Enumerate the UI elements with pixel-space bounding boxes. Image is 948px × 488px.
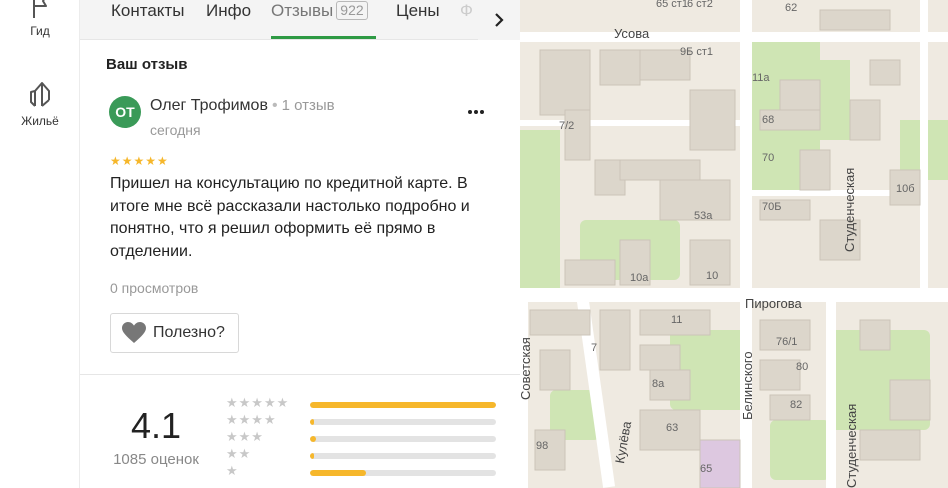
street-label-pirogova: Пирогова [745, 296, 802, 311]
building-number: 7 [591, 342, 598, 354]
section-divider [80, 374, 520, 375]
tab-info[interactable]: Инфо [206, 1, 251, 21]
distribution-bar [310, 436, 496, 442]
author-name[interactable]: Олег Трофимов [150, 97, 268, 114]
distribution-row: ★★★★★ [226, 395, 520, 411]
review-author-line: Олег Трофимов • 1 отзыв [150, 97, 335, 115]
distribution-bar-fill [310, 402, 496, 408]
building-number: 11а [752, 72, 770, 84]
building-number: 76/1 [776, 336, 798, 348]
rating-count: 1085 оценок [113, 451, 199, 468]
building-number: 8а [652, 378, 665, 390]
review-panel: Контакты Инфо Отзывы 922 Цены Ф Ваш отзыв… [80, 0, 520, 488]
building-number: 98 [536, 440, 549, 452]
tab-contacts[interactable]: Контакты [111, 1, 184, 21]
app-root: Гид Жильё Контакты Инфо Отзывы 922 Цены Ф… [0, 0, 948, 488]
distribution-row: ★★ [226, 446, 520, 462]
distribution-bar [310, 419, 496, 425]
distribution-row: ★★★ [226, 429, 520, 445]
tab-bar: Контакты Инфо Отзывы 922 Цены Ф [80, 0, 520, 40]
building-number: 82 [790, 399, 803, 411]
building-number: 9Б ст1 [680, 46, 714, 58]
rail-item-guide[interactable]: Гид [0, 0, 80, 38]
distribution-bar-fill [310, 470, 366, 476]
building-number: 6 ст2 [687, 0, 713, 10]
more-options-icon[interactable] [466, 100, 486, 120]
author-review-count: 1 отзыв [281, 97, 335, 114]
street-label-belinskogo: Белинского [740, 351, 755, 420]
distribution-row: ★★★★ [226, 412, 520, 428]
street-label-studencheskaya: Студенческая [842, 167, 857, 252]
review-stars: ★★★★★ [110, 154, 169, 168]
distribution-bar-fill [310, 436, 316, 442]
map-canvas [520, 0, 948, 488]
your-review-heading: Ваш отзыв [106, 56, 188, 73]
flag-icon [33, 0, 47, 18]
distribution-bar-fill [310, 419, 314, 425]
building-number: 70Б [762, 201, 782, 213]
active-tab-indicator [271, 36, 376, 39]
distribution-row: ★ [226, 463, 520, 479]
distribution-stars: ★★ [226, 446, 252, 461]
distribution-stars: ★★★ [226, 429, 264, 444]
left-rail: Гид Жильё [0, 0, 80, 488]
rail-item-label: Гид [30, 24, 50, 38]
building-number: 65 ст1 [656, 0, 688, 10]
distribution-stars: ★★★★★ [226, 395, 290, 410]
tabs-scroll-right-button[interactable] [478, 0, 520, 40]
distribution-bar-fill [310, 453, 314, 459]
distribution-bar [310, 402, 496, 408]
tab-reviews[interactable]: Отзывы 922 [271, 1, 368, 21]
building-number: 11 [671, 314, 683, 326]
tab-photos[interactable]: Ф [460, 1, 473, 21]
map[interactable]: Усова Пирогова Студенческая Белинского К… [520, 0, 948, 488]
overall-rating: 4.1 [130, 405, 182, 446]
reviews-count-badge: 922 [336, 1, 368, 20]
review-text: Пришел на консультацию по кредитной карт… [110, 175, 470, 260]
building-number: 10 [706, 270, 719, 282]
heart-icon [122, 322, 146, 343]
building-number: 7/2 [559, 120, 575, 132]
tab-prices[interactable]: Цены [396, 1, 440, 21]
street-label-sovetskaya: Советская [520, 337, 533, 400]
useful-button[interactable]: Полезно? [110, 313, 239, 353]
separator-dot: • [271, 97, 278, 114]
rail-item-housing[interactable]: Жильё [0, 78, 80, 128]
distribution-bar [310, 453, 496, 459]
building-number: 70 [762, 152, 775, 164]
building-number: 53а [694, 210, 713, 222]
rail-item-label: Жильё [21, 114, 59, 128]
building-number: 80 [796, 361, 809, 373]
building-number: 68 [762, 114, 775, 126]
avatar[interactable]: ОТ [109, 96, 141, 128]
building-number: 10б [896, 183, 915, 195]
street-label-studencheskaya-lower: Студенческая [844, 403, 859, 488]
building-number: 10а [630, 272, 649, 284]
building-number: 65 [700, 463, 713, 475]
chevron-right-icon [495, 13, 504, 27]
distribution-stars: ★ [226, 463, 239, 478]
building-number: 62 [785, 2, 798, 14]
review-date: сегодня [150, 122, 201, 138]
review-views: 0 просмотров [110, 280, 199, 296]
building-number: 63 [666, 422, 679, 434]
distribution-stars: ★★★★ [226, 412, 277, 427]
useful-label: Полезно? [153, 324, 225, 341]
street-label-usova: Усова [614, 26, 650, 41]
distribution-bar [310, 470, 496, 476]
house-icon [30, 82, 50, 107]
tab-reviews-label: Отзывы [271, 1, 334, 20]
